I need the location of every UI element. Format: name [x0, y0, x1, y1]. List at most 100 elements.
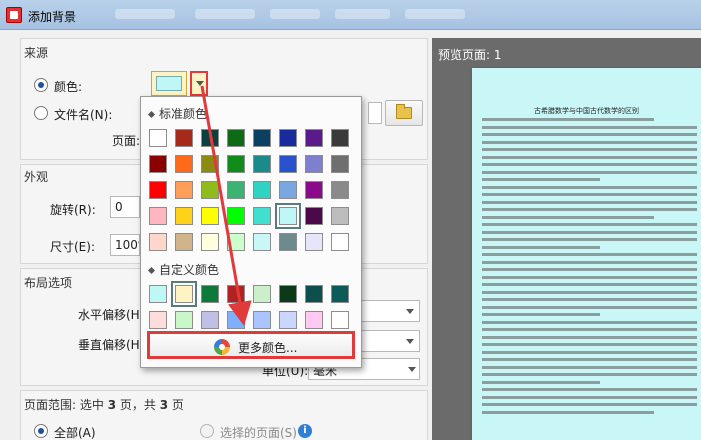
current-color-swatch	[156, 76, 182, 91]
preview-text-line	[482, 388, 697, 391]
custom-color-cell[interactable]	[279, 285, 297, 303]
standard-color-cell[interactable]	[149, 181, 167, 199]
preview-text-line	[482, 358, 697, 361]
standard-color-cell[interactable]	[279, 129, 297, 147]
preview-text-line	[482, 238, 697, 241]
blurred-titlebar-area	[270, 9, 320, 19]
preview-text-line	[482, 170, 697, 174]
all-pages-radio[interactable]	[34, 424, 48, 438]
standard-color-cell[interactable]	[331, 129, 349, 147]
file-radio[interactable]	[34, 106, 48, 120]
chevron-down-icon	[406, 339, 414, 344]
custom-color-cell[interactable]	[201, 311, 219, 329]
standard-color-cell[interactable]	[305, 155, 323, 173]
standard-color-cell[interactable]	[253, 207, 271, 225]
custom-color-cell[interactable]	[149, 285, 167, 303]
standard-color-cell[interactable]	[227, 129, 245, 147]
more-colors-button[interactable]: 更多颜色...	[147, 331, 355, 359]
title-bar: 添加背景	[0, 0, 701, 30]
standard-color-cell[interactable]	[201, 129, 219, 147]
custom-color-cell[interactable]	[227, 285, 245, 303]
preview-page-heading: 古希腊数学与中国古代数学的区别	[534, 107, 639, 115]
file-path-input[interactable]	[368, 102, 382, 124]
standard-color-cell[interactable]	[227, 155, 245, 173]
layout-title: 布局选项	[24, 276, 73, 290]
standard-color-cell[interactable]	[175, 181, 193, 199]
preview-text-line	[482, 268, 697, 271]
app-icon	[6, 7, 22, 23]
info-icon[interactable]: i	[298, 424, 312, 438]
custom-color-cell[interactable]	[201, 285, 219, 303]
custom-color-cell[interactable]	[305, 285, 323, 303]
standard-color-cell[interactable]	[175, 129, 193, 147]
standard-color-cell[interactable]	[201, 233, 219, 251]
browse-file-button[interactable]	[385, 100, 423, 126]
custom-color-cell[interactable]	[331, 285, 349, 303]
standard-color-cell[interactable]	[201, 181, 219, 199]
vertical-offset-label: 垂直偏移(H	[78, 338, 140, 352]
preview-text-line	[482, 230, 697, 234]
standard-color-cell[interactable]	[331, 155, 349, 173]
preview-text-line	[482, 178, 601, 181]
selected-pages-radio[interactable]	[200, 424, 214, 438]
standard-color-cell[interactable]	[331, 233, 349, 251]
standard-color-cell[interactable]	[175, 207, 193, 225]
horizontal-offset-select[interactable]	[360, 300, 420, 322]
standard-color-cell[interactable]	[331, 207, 349, 225]
preview-text-line	[482, 335, 697, 339]
blurred-titlebar-area	[195, 9, 255, 19]
custom-color-cell[interactable]	[171, 281, 197, 307]
blurred-titlebar-area	[335, 9, 390, 19]
standard-color-cell[interactable]	[331, 181, 349, 199]
standard-color-cell[interactable]	[305, 129, 323, 147]
standard-colors-header: 标准颜色	[147, 105, 208, 122]
standard-color-cell[interactable]	[175, 233, 193, 251]
diamond-icon	[147, 110, 156, 119]
color-radio[interactable]	[34, 78, 48, 92]
standard-color-cell[interactable]	[253, 181, 271, 199]
standard-color-cell[interactable]	[201, 207, 219, 225]
standard-color-cell[interactable]	[227, 233, 245, 251]
standard-color-cell[interactable]	[279, 155, 297, 173]
standard-color-cell[interactable]	[305, 207, 323, 225]
page-range-mid: 页，共	[116, 398, 160, 412]
preview-text-line	[482, 260, 697, 264]
custom-color-cell[interactable]	[253, 311, 271, 329]
standard-color-cell[interactable]	[227, 181, 245, 199]
standard-color-cell[interactable]	[279, 233, 297, 251]
standard-color-cell[interactable]	[305, 233, 323, 251]
standard-color-cell[interactable]	[149, 207, 167, 225]
preview-text-line	[482, 155, 697, 159]
custom-color-cell[interactable]	[331, 311, 349, 329]
rotation-input[interactable]: 0	[110, 196, 140, 218]
color-dropdown-button[interactable]	[190, 71, 208, 96]
custom-color-cell[interactable]	[149, 311, 167, 329]
vertical-offset-select[interactable]	[360, 330, 420, 352]
size-label: 尺寸(E):	[50, 240, 95, 254]
preview-text-line	[482, 140, 697, 144]
custom-color-cell[interactable]	[279, 311, 297, 329]
size-input[interactable]: 100%	[110, 234, 140, 256]
standard-color-cell[interactable]	[149, 233, 167, 251]
standard-color-cell[interactable]	[175, 155, 193, 173]
standard-colors-title: 标准颜色	[159, 107, 208, 121]
standard-color-cell[interactable]	[279, 181, 297, 199]
standard-color-cell[interactable]	[253, 155, 271, 173]
standard-color-cell[interactable]	[253, 233, 271, 251]
standard-color-cell[interactable]	[149, 129, 167, 147]
preview-text-line	[482, 350, 697, 354]
custom-color-cell[interactable]	[175, 311, 193, 329]
preview-title: 预览页面: 1	[438, 48, 502, 62]
standard-color-cell[interactable]	[201, 155, 219, 173]
page-label: 页面:	[112, 134, 141, 148]
custom-color-cell[interactable]	[253, 285, 271, 303]
standard-color-cell[interactable]	[305, 181, 323, 199]
standard-color-cell[interactable]	[149, 155, 167, 173]
color-swatch-button[interactable]	[151, 71, 187, 96]
standard-color-cell[interactable]	[253, 129, 271, 147]
standard-color-cell[interactable]	[275, 203, 301, 229]
standard-color-cell[interactable]	[227, 207, 245, 225]
selected-pages-label: 选择的页面(S)	[220, 426, 297, 440]
custom-color-cell[interactable]	[227, 311, 245, 329]
custom-color-cell[interactable]	[305, 311, 323, 329]
